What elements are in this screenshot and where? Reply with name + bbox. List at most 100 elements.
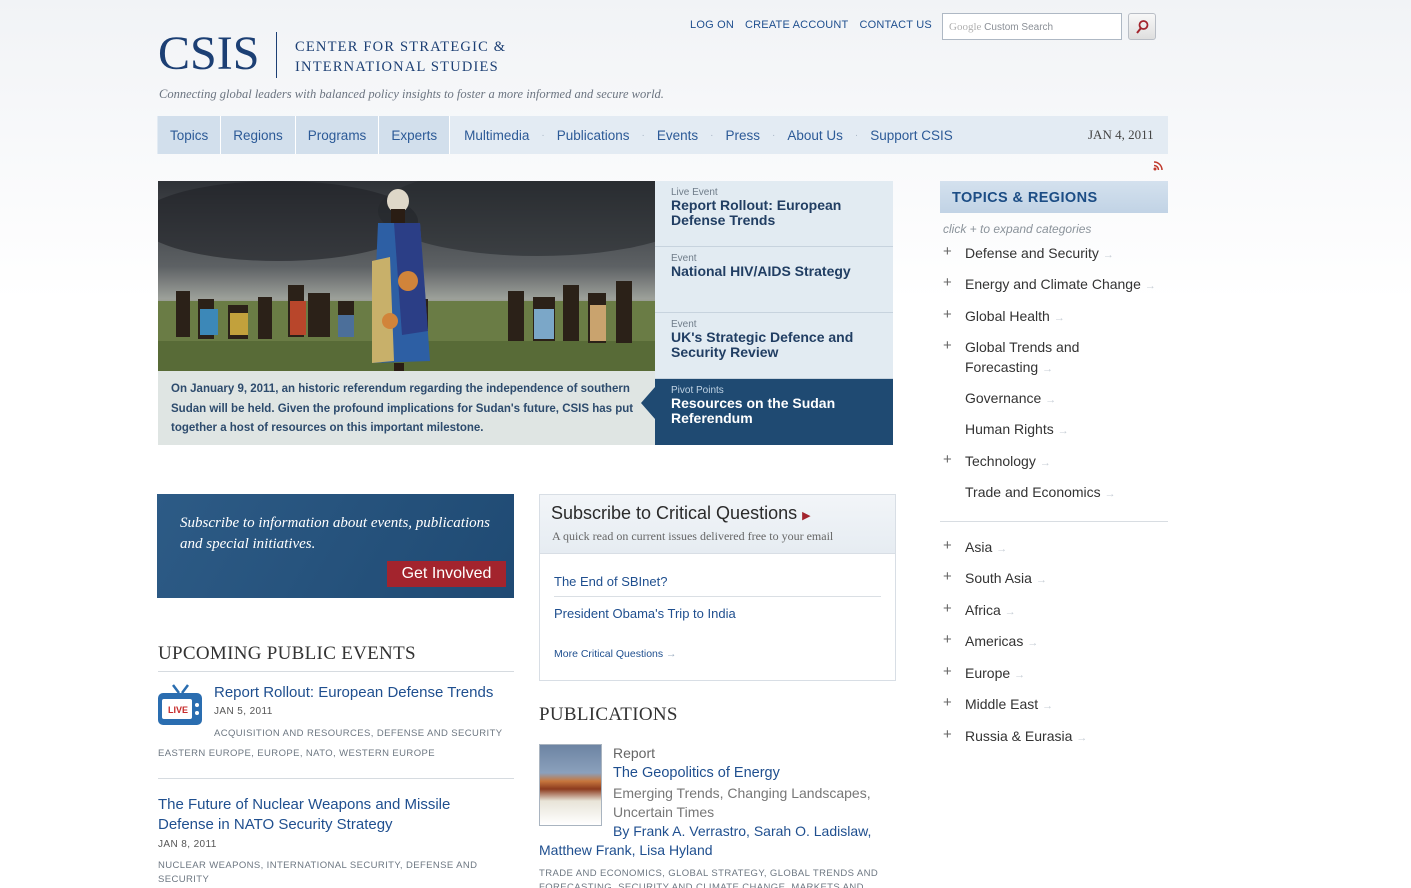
- expand-plus-icon[interactable]: +: [943, 273, 952, 293]
- publication-subtitle: Uncertain Times: [613, 804, 715, 820]
- search-button[interactable]: [1128, 13, 1156, 40]
- google-brand: Google: [949, 21, 982, 33]
- expand-plus-icon[interactable]: +: [943, 242, 952, 262]
- rss-icon[interactable]: [1153, 161, 1163, 171]
- sidebar-divider: [940, 521, 1168, 522]
- topic-label: Trade and Economics: [965, 484, 1101, 500]
- feature-list: Live Event Report Rollout: European Defe…: [641, 181, 893, 445]
- expand-plus-icon[interactable]: +: [943, 336, 952, 356]
- feature-item[interactable]: Event UK's Strategic Defence and Securit…: [655, 313, 893, 379]
- nav-experts[interactable]: Experts: [379, 116, 451, 154]
- more-critical-questions-link[interactable]: More Critical Questions →: [554, 648, 677, 660]
- nav-topics[interactable]: Topics: [158, 116, 222, 154]
- topic-label: Governance: [965, 390, 1042, 406]
- event-divider: [158, 778, 514, 779]
- region-label: Africa: [965, 602, 1001, 618]
- publication-tags[interactable]: FORECASTING, SECURITY AND CLIMATE CHANGE…: [539, 878, 864, 888]
- event-title[interactable]: The Future of Nuclear Weapons and Missil…: [158, 795, 488, 835]
- expand-plus-icon[interactable]: +: [943, 567, 952, 587]
- nav-multimedia[interactable]: Multimedia: [450, 116, 541, 154]
- feature-item-title: Resources on the Sudan Referendum: [671, 395, 836, 426]
- arrow-right-icon: →: [1042, 363, 1054, 375]
- event-title[interactable]: Report Rollout: European Defense Trends: [214, 683, 493, 703]
- critical-question-link[interactable]: President Obama's Trip to India: [554, 606, 736, 621]
- publication-title[interactable]: The Geopolitics of Energy: [613, 764, 780, 784]
- publication-by: By: [613, 823, 630, 839]
- nav-experts-label: Experts: [391, 127, 438, 143]
- critical-questions-title[interactable]: Subscribe to Critical Questions ▶: [551, 503, 811, 524]
- critical-questions-title-text: Subscribe to Critical Questions: [551, 503, 798, 523]
- topic-label: Energy and Climate Change: [965, 276, 1141, 292]
- feature-item-active[interactable]: Pivot Points Resources on the Sudan Refe…: [641, 379, 893, 445]
- expand-plus-icon[interactable]: +: [943, 450, 952, 470]
- nav-publications-label: Publications: [556, 127, 630, 143]
- topic-label: Global Health: [965, 308, 1050, 324]
- feature-caption: On January 9, 2011, an historic referend…: [171, 383, 634, 434]
- nav-multimedia-label: Multimedia: [464, 127, 530, 143]
- current-date: JAN 4, 2011: [1088, 127, 1154, 142]
- nav-about-us[interactable]: About Us: [775, 116, 855, 154]
- arrow-right-icon: →: [666, 648, 677, 660]
- search-icon: [1136, 19, 1149, 34]
- get-involved-button[interactable]: Get Involved: [387, 561, 506, 587]
- organization-name-line1: CENTER FOR STRATEGIC &: [295, 39, 507, 55]
- publication-authors: By Frank A. Verrastro, Sarah O. Ladislaw…: [613, 822, 871, 842]
- organization-name[interactable]: CENTER FOR STRATEGIC & INTERNATIONAL STU…: [295, 37, 506, 77]
- events-heading: UPCOMING PUBLIC EVENTS: [158, 643, 416, 664]
- utility-links: LOG ON CREATE ACCOUNT CONTACT US: [690, 19, 932, 31]
- contact-us-link[interactable]: CONTACT US: [859, 19, 932, 31]
- event-tags[interactable]: EASTERN EUROPE, EUROPE, NATO, WESTERN EU…: [158, 744, 435, 764]
- critical-questions-subtitle: A quick read on current issues delivered…: [552, 529, 834, 543]
- main-nav: Topics Regions Programs Experts Multimed…: [158, 116, 965, 154]
- feature-item-title: National HIV/AIDS Strategy: [671, 263, 851, 279]
- nav-support-csis-label: Support CSIS: [870, 127, 953, 143]
- nav-press[interactable]: Press: [713, 116, 772, 154]
- create-account-link[interactable]: CREATE ACCOUNT: [745, 19, 848, 31]
- csis-logo[interactable]: CSIS: [158, 28, 259, 80]
- feature-photo-art: [158, 181, 655, 371]
- event-tags[interactable]: ACQUISITION AND RESOURCES, DEFENSE AND S…: [214, 724, 503, 744]
- feature-photo[interactable]: [158, 181, 655, 371]
- feature-item[interactable]: Event National HIV/AIDS Strategy: [655, 247, 893, 313]
- search-input[interactable]: Google Custom Search: [942, 13, 1122, 40]
- nav-regions[interactable]: Regions: [221, 116, 296, 154]
- more-critical-questions-label: More Critical Questions: [554, 648, 664, 660]
- nav-topics-label: Topics: [170, 127, 209, 143]
- expand-plus-icon[interactable]: +: [943, 630, 952, 650]
- feature-item-title: Report Rollout: European Defense Trends: [671, 197, 842, 228]
- critical-questions-separator: [554, 596, 881, 597]
- arrow-right-icon: →: [1076, 732, 1088, 744]
- expand-hint: click + to expand categories: [943, 222, 1092, 236]
- publications-heading: PUBLICATIONS: [539, 704, 678, 725]
- region-label: Asia: [965, 539, 993, 555]
- nav-regions-label: Regions: [233, 127, 283, 143]
- nav-publications[interactable]: Publications: [545, 116, 642, 154]
- arrow-right-icon: →: [1053, 312, 1065, 324]
- log-on-link[interactable]: LOG ON: [690, 19, 734, 31]
- arrow-right-icon: →: [1004, 606, 1016, 618]
- publication-authors-line1[interactable]: Frank A. Verrastro, Sarah O. Ladislaw,: [633, 823, 871, 839]
- nav-support-csis[interactable]: Support CSIS: [858, 116, 965, 154]
- publication-cover[interactable]: [539, 744, 602, 826]
- region-label: Europe: [965, 665, 1011, 681]
- search-placeholder: Google Custom Search: [949, 21, 1053, 33]
- get-involved-text: Subscribe to information about events, p…: [180, 515, 490, 552]
- arrow-right-icon: →: [1042, 700, 1054, 712]
- feature-item[interactable]: Live Event Report Rollout: European Defe…: [655, 181, 893, 247]
- expand-plus-icon[interactable]: +: [943, 536, 952, 556]
- logo-divider: [276, 32, 277, 78]
- expand-plus-icon[interactable]: +: [943, 305, 952, 325]
- critical-question-link[interactable]: The End of SBInet?: [554, 574, 667, 589]
- publication-authors-line2[interactable]: Matthew Frank, Lisa Hyland: [539, 841, 713, 861]
- arrow-right-icon: →: [1039, 457, 1051, 469]
- expand-plus-icon[interactable]: +: [943, 599, 952, 619]
- expand-plus-icon[interactable]: +: [943, 662, 952, 682]
- expand-plus-icon[interactable]: +: [943, 725, 952, 745]
- event-tags[interactable]: SECURITY: [158, 870, 209, 888]
- expand-plus-icon[interactable]: +: [943, 693, 952, 713]
- tagline: Connecting global leaders with balanced …: [159, 87, 664, 101]
- nav-events[interactable]: Events: [645, 116, 710, 154]
- nav-programs[interactable]: Programs: [295, 116, 380, 154]
- arrow-right-icon: →: [1057, 425, 1069, 437]
- events-heading-rule: [158, 671, 514, 672]
